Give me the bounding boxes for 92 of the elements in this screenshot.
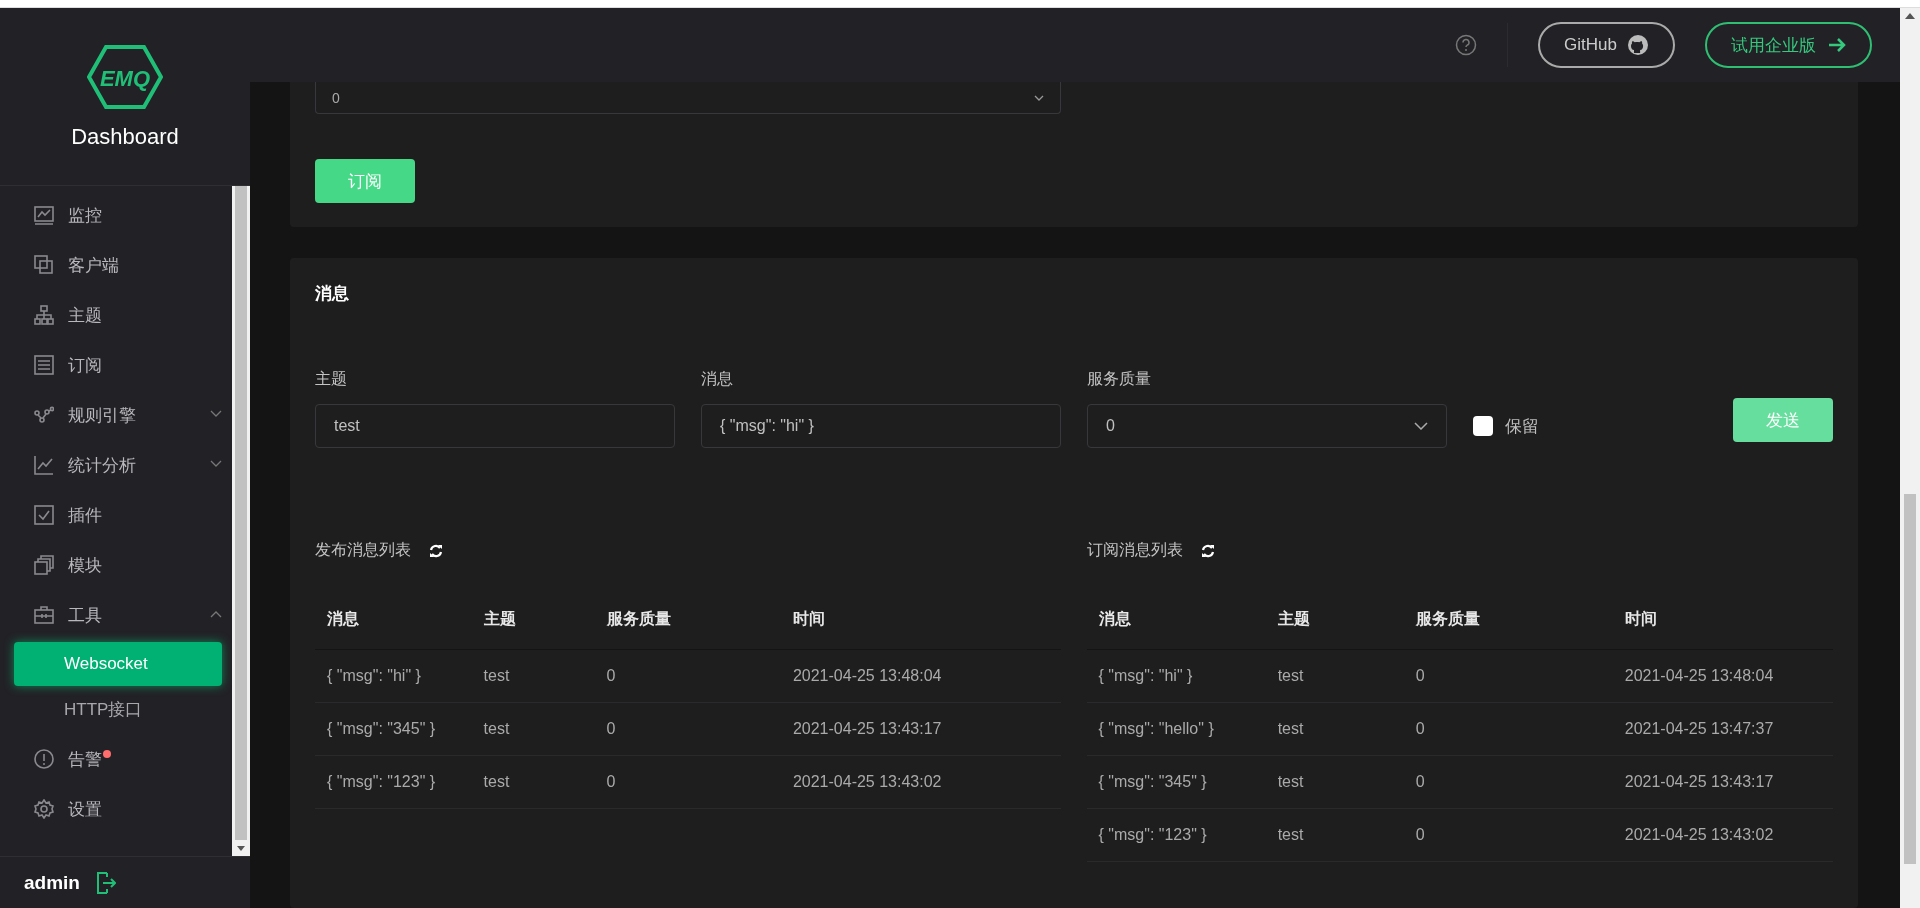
table-cell: test <box>1265 808 1404 861</box>
table-cell: test <box>471 755 595 808</box>
column-header: 服务质量 <box>594 591 781 649</box>
arrow-up-icon[interactable] <box>1905 13 1915 19</box>
table-cell: { "msg": "hello" } <box>1086 702 1266 755</box>
chevron-down-icon <box>1034 94 1044 101</box>
table-cell: test <box>1265 649 1404 702</box>
menu-item[interactable]: 监控 <box>0 190 232 240</box>
submenu-item[interactable]: HTTP接口 <box>14 688 222 732</box>
help-icon[interactable] <box>1455 34 1478 56</box>
table-cell: 2021-04-25 13:48:04 <box>780 649 1061 702</box>
table-cell: 2021-04-25 13:48:04 <box>1612 649 1833 702</box>
table-cell: 0 <box>594 649 781 702</box>
scrollbar[interactable] <box>232 186 250 856</box>
input-field[interactable]: { "msg": "hi" } <box>701 404 1061 448</box>
field-label: 服务质量 <box>1087 369 1152 389</box>
table-cell: 2021-04-25 13:43:02 <box>1612 808 1833 861</box>
qos-select[interactable]: 0 <box>1087 404 1447 448</box>
table-cell: test <box>1265 755 1404 808</box>
table-cell: 2021-04-25 13:43:02 <box>780 755 1061 808</box>
table-cell: { "msg": "hi" } <box>315 649 472 702</box>
list-title: 发布消息列表 <box>315 540 411 560</box>
checkbox-icon <box>34 505 54 525</box>
scrollbar-thumb[interactable] <box>235 186 247 840</box>
toolbox-icon <box>34 605 54 625</box>
column-header: 服务质量 <box>1403 591 1613 649</box>
arrow-down-icon[interactable] <box>237 845 245 851</box>
column-header: 主题 <box>471 591 595 649</box>
menu-item[interactable]: 订阅 <box>0 340 232 390</box>
menu-item[interactable]: 设置 <box>0 784 232 834</box>
arrow-right-icon <box>1828 38 1846 52</box>
table-cell: { "msg": "345" } <box>1086 755 1266 808</box>
table-cell: 2021-04-25 13:47:37 <box>1612 702 1833 755</box>
table-cell: 0 <box>594 755 781 808</box>
list-icon <box>34 355 54 375</box>
github-button[interactable]: GitHub <box>1538 22 1675 68</box>
select-value: 0 <box>332 89 340 106</box>
column-header: 时间 <box>1612 591 1833 649</box>
menu-item[interactable]: 工具 <box>0 590 232 640</box>
logout-icon[interactable] <box>95 871 116 894</box>
brand-title: Dashboard <box>71 123 179 150</box>
scrollbar-thumb[interactable] <box>1904 494 1916 864</box>
column-header: 消息 <box>1086 591 1266 649</box>
table-cell: test <box>471 649 595 702</box>
refresh-icon[interactable] <box>1200 543 1215 558</box>
table-cell: 2021-04-25 13:43:17 <box>1612 755 1833 808</box>
windows-icon <box>34 255 54 275</box>
checkbox-label: 保留 <box>1505 415 1539 438</box>
column-header: 消息 <box>315 591 472 649</box>
menu-item[interactable]: 告警 <box>0 734 232 784</box>
page-scrollbar[interactable] <box>1900 8 1920 908</box>
github-icon <box>1627 34 1649 56</box>
section-title: 消息 <box>315 283 350 305</box>
nodes-icon <box>34 405 54 425</box>
alert-icon <box>34 749 54 769</box>
list-title: 订阅消息列表 <box>1086 540 1183 560</box>
table-cell: 0 <box>1403 755 1613 808</box>
table-cell: { "msg": "123" } <box>1086 808 1266 861</box>
table-cell: 0 <box>1403 702 1613 755</box>
table-cell: { "msg": "123" } <box>315 755 472 808</box>
column-header: 时间 <box>780 591 1061 649</box>
column-header: 主题 <box>1265 591 1404 649</box>
menu-item[interactable]: 模块 <box>0 540 232 590</box>
chart-icon <box>34 205 54 225</box>
menu-item[interactable]: 统计分析 <box>0 440 232 490</box>
table-cell: 0 <box>1403 649 1613 702</box>
refresh-icon[interactable] <box>429 543 443 558</box>
table-cell: 0 <box>594 702 781 755</box>
input-field[interactable]: test <box>315 404 675 448</box>
checkbox[interactable] <box>1473 416 1493 436</box>
gear-icon <box>34 799 54 819</box>
menu-item[interactable]: 插件 <box>0 490 232 540</box>
table-cell: 0 <box>1403 808 1613 861</box>
menu-item[interactable]: 客户端 <box>0 240 232 290</box>
field-label: 主题 <box>315 369 348 389</box>
username: admin <box>24 871 80 894</box>
table-cell: { "msg": "hi" } <box>1086 649 1266 702</box>
menu-item[interactable]: 规则引擎 <box>0 390 232 440</box>
field-label: 消息 <box>701 369 734 389</box>
menu-item[interactable]: 主题 <box>0 290 232 340</box>
trend-chart-icon <box>34 455 54 475</box>
hexagon-logo-drawing: EMQ <box>87 43 163 110</box>
qos-select[interactable]: 0 <box>315 82 1061 114</box>
table-cell: { "msg": "345" } <box>315 702 472 755</box>
stacked-squares-icon <box>34 555 54 575</box>
table-cell: test <box>1265 702 1404 755</box>
table-cell: 2021-04-25 13:43:17 <box>780 702 1061 755</box>
table-cell: test <box>471 702 595 755</box>
hierarchy-icon <box>34 305 54 325</box>
enterprise-trial-button[interactable]: 试用企业版 <box>1705 22 1872 68</box>
chevron-down-icon <box>1414 422 1428 430</box>
select-value: 0 <box>1106 417 1115 435</box>
